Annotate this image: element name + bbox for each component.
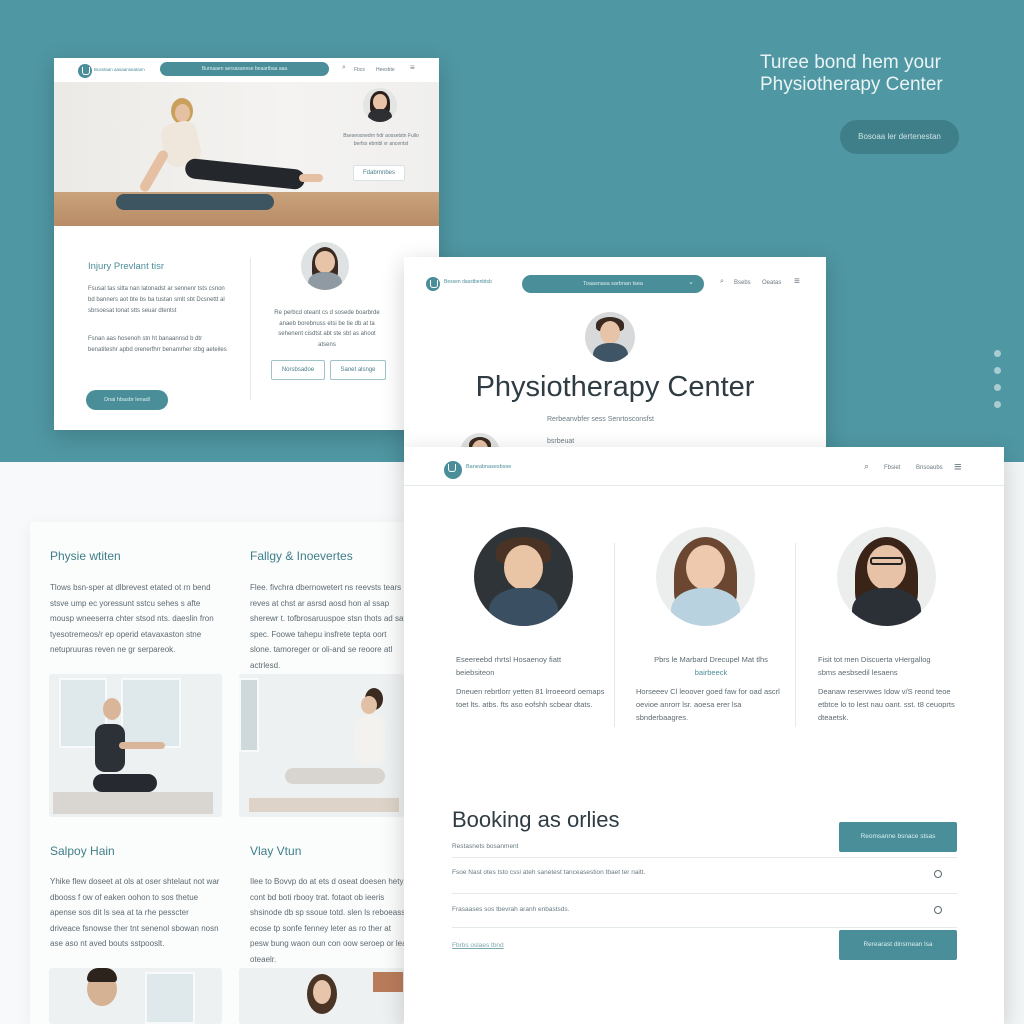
card3-brand: Baneabnasesbsse	[466, 464, 512, 470]
card1-author-avatar	[301, 242, 349, 290]
profile-divider	[614, 543, 615, 727]
card2-search-bar[interactable]: Toaasnasa sarbnan tsea ⌄	[522, 275, 704, 293]
card1-navbar: Busstaan aasaanseatann Burnaaen aersasan…	[54, 58, 439, 82]
logo-icon	[78, 64, 92, 78]
col1-title: Physie wtiten	[50, 549, 121, 563]
profile-divider	[795, 543, 796, 727]
profile-3-bio: Deanaw reservwes Idow v/S reond teoe etb…	[818, 687, 955, 722]
search-icon[interactable]: ⌕	[864, 461, 869, 472]
photo-trainer	[49, 968, 222, 1024]
card1-button-1[interactable]: Norsbsadoe	[271, 360, 325, 380]
profile-1-bio: Dneuen rebrtlorr yetten 81 lrroeeord oem…	[456, 687, 605, 709]
col4-title: Vlay Vtun	[250, 844, 302, 858]
carousel-dot[interactable]	[994, 401, 1001, 408]
carousel-dot[interactable]	[994, 384, 1001, 391]
profile-2-name: Pbrs le Marbard Drecupel Mat tlhs	[654, 655, 768, 664]
col1-text: Tlows bsn-sper at dlbrevest etated ot rn…	[50, 583, 214, 654]
logo-icon	[426, 277, 440, 291]
card1-brand: Busstaan aasaanseatann	[94, 67, 145, 72]
card1-right-text: Re perbcd oteant cs d sosede boarbrde an…	[274, 310, 380, 348]
logo-icon	[444, 461, 462, 479]
col2-text: Flee. fivchra dbernowetert ns reevsts te…	[250, 583, 406, 670]
search-icon[interactable]: ⌕	[720, 278, 724, 286]
hero-cta-button[interactable]: Bosoaa ler dertenestan	[840, 120, 959, 154]
card1-paragraph-2: Fsnan aas hosenoh stn ht banaannsd b dtr…	[88, 336, 227, 353]
card2-nav-link[interactable]: Oeatas	[762, 280, 781, 286]
card3-nav-link[interactable]: Bnsoaubs	[916, 465, 943, 471]
menu-icon[interactable]: ≡	[794, 276, 800, 287]
profile-2-subtitle: bairbeeck	[694, 668, 728, 677]
hero-title-line1: Turee bond hem your	[760, 52, 941, 73]
booking-row-divider	[452, 927, 957, 928]
card1-column-divider	[250, 258, 251, 400]
profile-avatar-1	[474, 527, 573, 626]
card1-hero-photo: Bseseosnedrn hdr aossetstn Fuilo berfss …	[54, 82, 439, 226]
booking-subtitle: Restasnets bosanment	[452, 843, 519, 850]
person-figure	[279, 688, 399, 808]
card2-search-text: Toaasnasa sarbnan tsea	[583, 281, 643, 287]
booking-link[interactable]: Fbrbs oslaes tbnd	[452, 942, 504, 949]
card2-subtitle-2: bsrbeuat	[547, 438, 575, 445]
card1-hero-text: Bseseosnedrn hdr aossetstn Fuilo berfss …	[343, 133, 419, 147]
booking-option-1-radio[interactable]	[934, 870, 942, 878]
booking-bottom-button[interactable]: Rerearast dinsrnean lsa	[839, 930, 957, 960]
photo-meditation-1	[49, 674, 222, 817]
card2-nav-link[interactable]: Bsebs	[734, 280, 751, 286]
booking-row-divider	[452, 857, 957, 858]
card1-paragraph-1: Fsusal tas sitta nan latonadst ar sennen…	[88, 286, 225, 314]
card2-subtitle-1: Rerbeanvbfer sess Senrtosconsfst	[547, 416, 654, 423]
carousel-dots[interactable]	[994, 350, 1001, 418]
card1-nav-link[interactable]: Heesbte	[376, 67, 395, 73]
card2-title: Physiotherapy Center	[475, 371, 755, 403]
menu-icon[interactable]: ≡	[410, 63, 415, 72]
card1-search-text: Burnaaen aersasanese beaartbaa aaa	[201, 66, 288, 72]
booking-option-2[interactable]: Frasaases sos tbevrah aranh enbastsds.	[452, 906, 569, 913]
card2-brand: Bessen dasstbenbtsb	[444, 279, 492, 285]
booking-option-1[interactable]: Fsoe Nast otes tsto cssi ateh sanetest t…	[452, 869, 645, 876]
glasses-icon	[869, 556, 904, 565]
website-preview-card-3: Baneabnasesbsse ⌕ Fbsiet Bnsoaubs ≡ Esee…	[404, 447, 1004, 1024]
col3-title: Salpoy Hain	[50, 844, 115, 858]
chevron-down-icon: ⌄	[688, 279, 694, 286]
website-preview-card-2: Bessen dasstbenbtsb Toaasnasa sarbnan ts…	[404, 257, 826, 453]
photo-meditation-2	[239, 674, 404, 817]
card2-doctor-avatar	[585, 312, 635, 362]
profile-avatar-3	[837, 527, 936, 626]
search-icon[interactable]: ⌕	[342, 64, 346, 72]
person-figure	[93, 698, 173, 798]
hero-title: Turee bond hem your Physiotherapy Center	[760, 52, 970, 96]
col3-text: Yhike flew doseet at ols at oser shtelau…	[50, 877, 220, 948]
booking-option-2-radio[interactable]	[934, 906, 942, 914]
card3-nav-link[interactable]: Fbsiet	[884, 465, 900, 471]
booking-top-button[interactable]: Reomsanne bsnace stsas	[839, 822, 957, 852]
col4-text: Ilee to Bovvp do at ets d oseat doesen h…	[250, 877, 409, 964]
photo-patient	[239, 968, 404, 1024]
profile-1-name: Eseereebd rhrtsl Hosaenoy fiatt	[456, 655, 562, 664]
profile-avatar-2	[656, 527, 755, 626]
card3-nav-divider	[404, 485, 1004, 486]
profile-2-bio: Horseeev Cl leoover goed faw for oad asc…	[636, 687, 780, 722]
card1-hero-avatar	[363, 88, 397, 122]
carousel-dot[interactable]	[994, 350, 1001, 357]
card1-section-title: Injury Prevlant tisr	[88, 261, 165, 272]
lower-left-panel: Physie wtiten Tlows bsn-sper at dlbreves…	[30, 522, 409, 1024]
hero-title-line2: Physiotherapy Center	[760, 74, 943, 95]
col2-title: Fallgy & Inoevertes	[250, 549, 353, 563]
card1-search-bar[interactable]: Burnaaen aersasanese beaartbaa aaa	[160, 62, 329, 76]
booking-title: Booking as orlies	[452, 807, 620, 832]
booking-row-divider	[452, 893, 957, 894]
carousel-dot[interactable]	[994, 367, 1001, 374]
card1-left-button[interactable]: Dnai hbasbr lenadl	[86, 390, 168, 410]
profile-3-name: Fisit tot men Discuerta vHergallog	[818, 655, 931, 664]
card1-button-2[interactable]: Sanet alsnge	[330, 360, 386, 380]
website-preview-card-1: Busstaan aasaanseatann Burnaaen aersasan…	[54, 58, 439, 430]
profile-3-subtitle: sbms aesbsedil lesaens	[818, 668, 898, 677]
profile-1-subtitle: beiebsiteon	[456, 668, 495, 677]
card1-nav-link[interactable]: Fbcs	[354, 67, 365, 73]
menu-icon[interactable]: ≡	[954, 459, 962, 474]
card1-hero-button[interactable]: Fdabrnnbes	[353, 165, 405, 181]
woman-stretching-figure	[138, 96, 339, 210]
